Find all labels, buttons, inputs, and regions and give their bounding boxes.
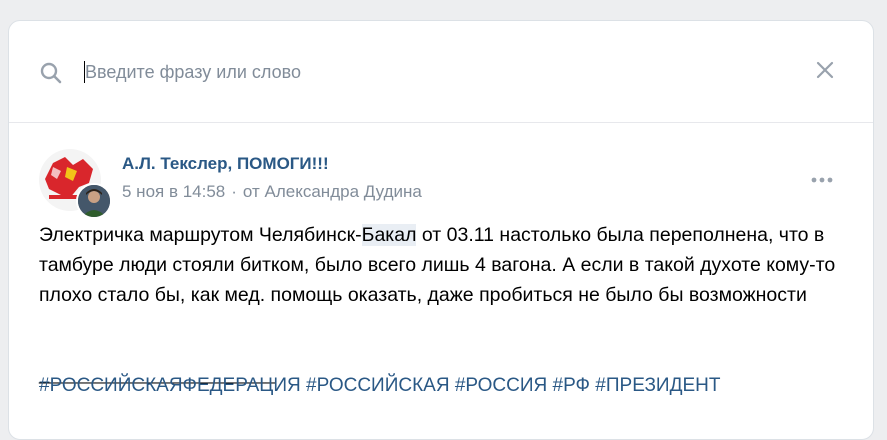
- user-avatar[interactable]: [76, 183, 112, 219]
- hashtag-link[interactable]: #РФ: [553, 375, 590, 396]
- user-photo-icon: [78, 185, 110, 217]
- search-results-card: А.Л. Текслер, ПОМОГИ!!! 5 ноя в 14:58 · от…: [8, 20, 874, 440]
- hashtag-link[interactable]: #РОССИЯ: [455, 375, 547, 396]
- meta-separator: ·: [231, 182, 237, 201]
- hashtag-link[interactable]: #ПРЕЗИДЕНТ: [595, 375, 720, 396]
- post-source[interactable]: от Александра Дудина: [243, 182, 422, 201]
- search-input[interactable]: [83, 55, 765, 89]
- text-cursor: [84, 61, 85, 83]
- close-icon[interactable]: [814, 59, 836, 81]
- more-horizontal-icon[interactable]: [805, 170, 839, 190]
- hashtag-list: #РОССИЙСКАЯФЕДЕРАЦИЯ #РОССИЙСКАЯ #РОССИЯ…: [39, 373, 720, 399]
- search-bar: [9, 21, 873, 123]
- post-text: Электричка маршрутом Челябинск-Бакал от …: [39, 220, 854, 310]
- post-text-part: Электричка маршрутом Челябинск-: [39, 224, 362, 246]
- post-date[interactable]: 5 ноя в 14:58: [122, 182, 225, 201]
- hashtag-link[interactable]: #РОССИЙСКАЯ: [306, 375, 450, 396]
- post-meta: 5 ноя в 14:58 · от Александра Дудина: [122, 182, 422, 202]
- search-icon: [40, 62, 62, 84]
- post-author-link[interactable]: А.Л. Текслер, ПОМОГИ!!!: [122, 154, 329, 174]
- search-match-highlight: Бакал: [361, 224, 417, 246]
- hashtag-link[interactable]: #РОССИЙСКАЯФЕДЕРАЦИЯ: [39, 375, 301, 396]
